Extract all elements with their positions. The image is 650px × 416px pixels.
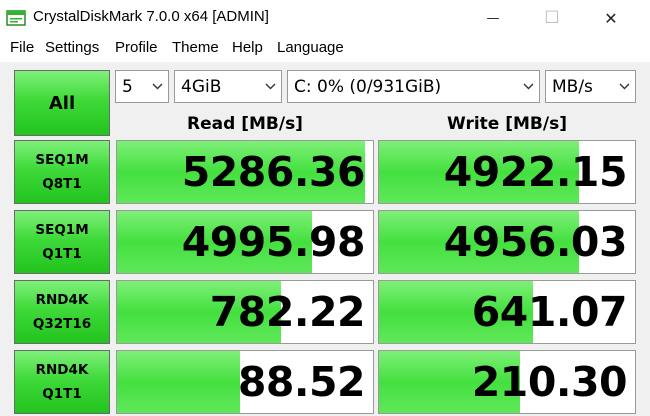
write-result-cell: 4956.03: [378, 210, 636, 274]
menu-file[interactable]: File: [10, 39, 34, 56]
write-result-cell: 641.07: [378, 280, 636, 344]
write-result-value: 4956.03: [443, 218, 628, 266]
write-result-cell: 4922.15: [378, 140, 636, 204]
unit-select[interactable]: MB/s: [545, 70, 636, 103]
test-queue: Q1T1: [42, 246, 82, 262]
close-button[interactable]: ✕: [588, 0, 634, 36]
minimize-icon: —: [486, 10, 500, 26]
write-result-value: 641.07: [471, 288, 628, 336]
test-size-select[interactable]: 4GiB: [174, 70, 282, 103]
window-title: CrystalDiskMark 7.0.0 x64 [ADMIN]: [33, 8, 269, 25]
menu-theme[interactable]: Theme: [172, 39, 219, 56]
test-name: RND4K: [35, 362, 89, 378]
test-name: RND4K: [35, 292, 89, 308]
close-icon: ✕: [604, 8, 618, 28]
test-name: SEQ1M: [35, 152, 89, 168]
menu-help[interactable]: Help: [232, 39, 263, 56]
write-result-value: 210.30: [471, 358, 628, 406]
menu-language[interactable]: Language: [277, 39, 344, 56]
maximize-icon: ☐: [544, 8, 560, 28]
test-size-value: 4GiB: [181, 76, 222, 97]
run-all-button[interactable]: All: [14, 70, 110, 136]
read-result-cell: 5286.36: [116, 140, 374, 204]
menu-profile[interactable]: Profile: [115, 39, 158, 56]
test-count-select[interactable]: 5: [115, 70, 169, 103]
test-button-rnd4k-q32t16[interactable]: RND4K Q32T16: [14, 280, 110, 344]
drive-value: C: 0% (0/931GiB): [294, 76, 442, 97]
write-column-header: Write [MB/s]: [447, 114, 567, 134]
test-button-rnd4k-q1t1[interactable]: RND4K Q1T1: [14, 350, 110, 414]
chevron-down-icon: [259, 83, 281, 90]
drive-select[interactable]: C: 0% (0/931GiB): [287, 70, 540, 103]
title-bar: CrystalDiskMark 7.0.0 x64 [ADMIN] — ☐ ✕: [0, 0, 650, 36]
read-result-value: 88.52: [237, 358, 366, 406]
read-result-value: 5286.36: [181, 148, 366, 196]
app-icon: [6, 10, 26, 26]
unit-value: MB/s: [552, 76, 593, 97]
test-count-value: 5: [122, 76, 133, 97]
test-name: SEQ1M: [35, 222, 89, 238]
test-queue: Q8T1: [42, 176, 82, 192]
read-result-cell: 4995.98: [116, 210, 374, 274]
chevron-down-icon: [517, 83, 539, 90]
chevron-down-icon: [613, 83, 635, 90]
test-button-seq1m-q8t1[interactable]: SEQ1M Q8T1: [14, 140, 110, 204]
test-queue: Q32T16: [32, 316, 92, 332]
maximize-button[interactable]: ☐: [529, 0, 575, 36]
read-result-bar: [117, 351, 240, 413]
write-result-value: 4922.15: [443, 148, 628, 196]
minimize-button[interactable]: —: [470, 0, 516, 36]
chevron-down-icon: [146, 83, 168, 90]
test-button-seq1m-q1t1[interactable]: SEQ1M Q1T1: [14, 210, 110, 274]
read-result-cell: 88.52: [116, 350, 374, 414]
read-result-value: 782.22: [209, 288, 366, 336]
read-column-header: Read [MB/s]: [187, 114, 303, 134]
menu-settings[interactable]: Settings: [45, 39, 99, 56]
write-result-cell: 210.30: [378, 350, 636, 414]
read-result-value: 4995.98: [181, 218, 366, 266]
read-result-cell: 782.22: [116, 280, 374, 344]
menu-bar: File Settings Profile Theme Help Languag…: [0, 37, 650, 59]
test-queue: Q1T1: [42, 386, 82, 402]
